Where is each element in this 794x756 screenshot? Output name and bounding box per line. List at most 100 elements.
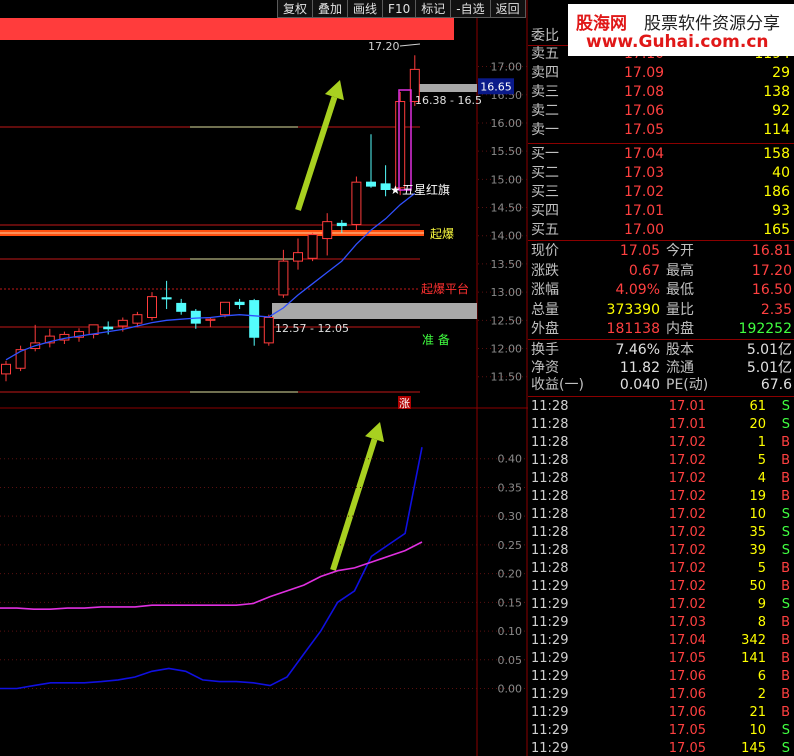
fundamental-row: 换手 7.46% 股本 5.01亿 <box>528 341 794 359</box>
chart-toolbar: 复权 叠加 画线 F10 标记 -自选 返回 <box>277 0 526 18</box>
stat-value: 17.20 <box>751 262 792 279</box>
tick-volume: 10 <box>749 723 766 738</box>
candle-body[interactable] <box>293 252 303 262</box>
tick-price: 17.05 <box>668 651 706 666</box>
ask-price: 17.05 <box>624 122 665 138</box>
candle-body[interactable] <box>366 181 376 187</box>
indicator-axis-label: 0.30 <box>498 510 523 523</box>
tick-volume: 342 <box>741 633 766 648</box>
tick-row: 11:29 17.02 50 B <box>528 578 794 596</box>
fundamental-label: PE(动) <box>666 377 709 393</box>
bid-label: 买三 <box>531 184 559 200</box>
candle-body[interactable] <box>395 101 406 189</box>
trend-arrow-upper-shaft <box>295 96 338 211</box>
resistance-zone <box>412 84 477 92</box>
current-price-tag: 16.65 <box>480 80 512 93</box>
high-price-pointer <box>399 43 421 47</box>
stat-row: 涨幅 4.09% 最低 16.50 <box>528 281 794 299</box>
candle-body[interactable] <box>190 310 201 324</box>
breakout-platform-label: 起爆平台 <box>421 281 469 296</box>
bid-row: 买二 17.03 40 <box>528 164 794 182</box>
tick-row: 11:29 17.06 2 B <box>528 686 794 704</box>
lower-range-label: 12.57 - 12.05 <box>275 322 349 335</box>
candle-body[interactable] <box>205 318 216 321</box>
kline-chart[interactable]: 17.0016.5016.0015.5015.0014.5014.0013.50… <box>0 0 528 756</box>
candle-body[interactable] <box>307 234 318 259</box>
tick-side: B <box>781 687 790 702</box>
fundamental-value: 11.82 <box>619 359 660 376</box>
bid-price: 17.01 <box>624 203 665 219</box>
toolbar-fuquan-button[interactable]: 复权 <box>277 0 314 18</box>
candle-body[interactable] <box>147 296 157 319</box>
candle-body[interactable] <box>220 301 230 316</box>
fundamental-value: 7.46% <box>615 342 660 358</box>
tick-volume: 61 <box>749 399 766 414</box>
bid-volume: 158 <box>763 146 790 162</box>
fundamental-label: 换手 <box>531 342 559 358</box>
tick-price: 17.02 <box>668 543 706 558</box>
tick-side: S <box>781 741 790 756</box>
star-icon: ★ <box>390 183 401 197</box>
candle-body[interactable] <box>117 319 128 327</box>
tick-time: 11:28 <box>531 453 569 468</box>
tick-volume: 1 <box>757 435 766 450</box>
candle-body[interactable] <box>1 363 11 375</box>
indicator-axis-label: 0.25 <box>498 539 523 552</box>
toolbar-mark-button[interactable]: 标记 <box>415 0 452 18</box>
tick-volume: 35 <box>749 525 766 540</box>
tick-time: 11:28 <box>531 417 569 432</box>
tick-row: 11:28 17.02 39 S <box>528 542 794 560</box>
bid-label: 买五 <box>531 222 559 238</box>
tick-price: 17.02 <box>668 507 706 522</box>
tick-row: 11:28 17.02 5 B <box>528 560 794 578</box>
candle-body[interactable] <box>176 302 187 312</box>
candle-body[interactable] <box>351 181 362 225</box>
tick-time: 11:28 <box>531 561 569 576</box>
stat-label: 涨跌 <box>531 262 559 279</box>
bid-row: 买四 17.01 93 <box>528 202 794 220</box>
stat-value: 181138 <box>606 321 660 337</box>
high-price-label: 17.20 <box>368 40 400 53</box>
tick-volume: 4 <box>757 471 766 486</box>
ask-volume: 114 <box>763 122 790 138</box>
candle-body[interactable] <box>161 297 172 300</box>
price-axis-label: 11.50 <box>491 371 523 384</box>
tick-row: 11:29 17.04 342 B <box>528 632 794 650</box>
tick-price: 17.02 <box>668 561 706 576</box>
tick-side: B <box>781 705 790 720</box>
tick-side: B <box>781 471 790 486</box>
prepare-label: 准 备 <box>422 333 450 347</box>
fundamental-label: 股本 <box>666 342 694 358</box>
five-star-flag-label: 五星红旗 <box>402 182 450 197</box>
candle-body[interactable] <box>234 301 245 306</box>
stat-row: 现价 17.05 今开 16.81 <box>528 242 794 260</box>
candle-body[interactable] <box>322 221 333 240</box>
candle-body[interactable] <box>336 222 347 227</box>
candle-body[interactable] <box>249 300 260 338</box>
stat-label: 今开 <box>666 243 694 259</box>
stat-value: 16.81 <box>751 243 792 259</box>
toolbar-draw-button[interactable]: 画线 <box>347 0 384 18</box>
tick-volume: 141 <box>741 651 766 666</box>
candle-body[interactable] <box>263 317 274 344</box>
breakout-label: 起爆 <box>430 227 454 241</box>
stat-label: 最低 <box>666 282 694 298</box>
indicator-line-2 <box>0 541 423 610</box>
tick-time: 11:29 <box>531 723 569 738</box>
candle-body[interactable] <box>380 183 391 190</box>
tick-volume: 21 <box>749 705 766 720</box>
tick-price: 17.02 <box>668 453 706 468</box>
candle-body[interactable] <box>132 314 143 324</box>
tick-price: 17.04 <box>668 633 706 648</box>
toolbar-back-button[interactable]: 返回 <box>489 0 526 18</box>
candle-body[interactable] <box>278 260 289 296</box>
toolbar-overlay-button[interactable]: 叠加 <box>312 0 349 18</box>
price-axis-label: 15.00 <box>491 173 523 186</box>
tick-side: B <box>781 453 790 468</box>
toolbar-f10-button[interactable]: F10 <box>382 0 417 18</box>
stat-value: 373390 <box>606 301 660 318</box>
tick-row: 11:28 17.02 1 B <box>528 434 794 452</box>
tick-time: 11:28 <box>531 525 569 540</box>
toolbar-watchlist-button[interactable]: -自选 <box>450 0 491 18</box>
candle-body[interactable] <box>103 326 114 330</box>
